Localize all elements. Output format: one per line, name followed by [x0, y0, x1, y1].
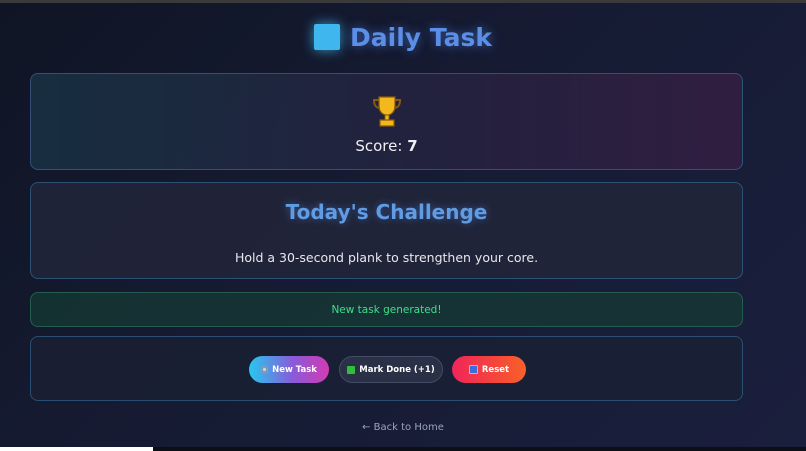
trophy-icon [31, 94, 742, 128]
page-title: Daily Task [0, 18, 806, 56]
gear-icon [261, 366, 269, 373]
new-task-button[interactable]: New Task [249, 356, 329, 383]
back-to-home-link[interactable]: ← Back to Home [0, 422, 806, 433]
challenge-card: Today's Challenge Hold a 30-second plank… [30, 182, 743, 279]
score-card: Score: 7 [30, 73, 743, 170]
taskbar-strip-right [153, 447, 806, 451]
status-banner: New task generated! [30, 292, 743, 327]
status-message: New task generated! [331, 304, 442, 316]
action-buttons-panel: New Task Mark Done (+1) Reset [30, 336, 743, 401]
mark-done-button[interactable]: Mark Done (+1) [339, 356, 443, 383]
score-value: 7 [407, 137, 418, 155]
reset-button[interactable]: Reset [452, 356, 526, 383]
blue-square-icon [314, 24, 341, 50]
taskbar-strip-left [0, 447, 153, 451]
reset-label: Reset [481, 364, 510, 375]
page-title-text: Daily Task [350, 22, 492, 52]
check-icon [347, 365, 356, 374]
new-task-label: New Task [272, 364, 317, 375]
refresh-icon [468, 365, 478, 374]
score-label: Score: [355, 137, 403, 155]
score-display: Score: 7 [31, 137, 742, 155]
challenge-text: Hold a 30-second plank to strengthen you… [234, 250, 539, 265]
mark-done-label: Mark Done (+1) [359, 364, 435, 375]
window-top-bar [0, 0, 806, 3]
challenge-title: Today's Challenge [285, 200, 488, 224]
